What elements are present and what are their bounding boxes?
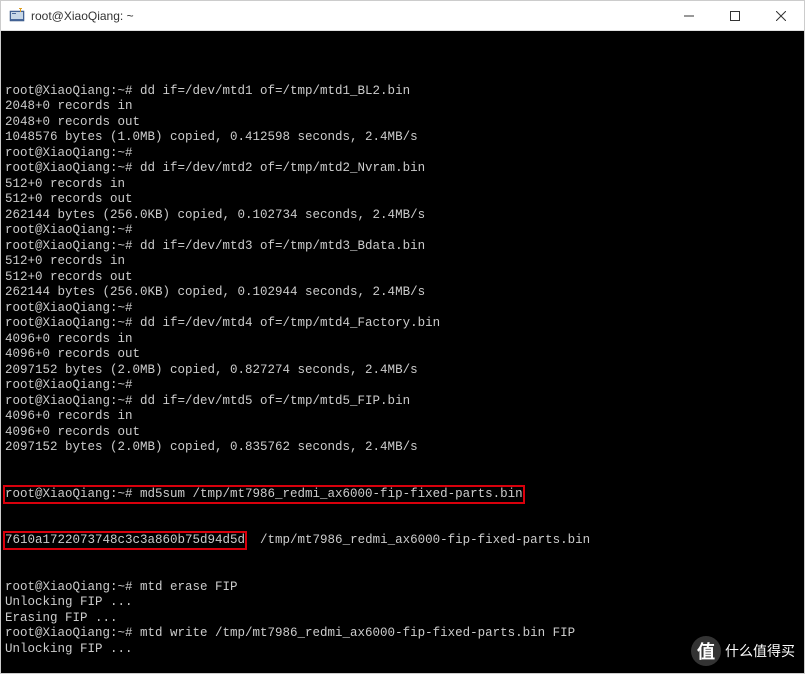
window-title: root@XiaoQiang: ~ (31, 9, 666, 23)
terminal-line: 4096+0 records in (5, 332, 800, 348)
terminal-line: root@XiaoQiang:~# (5, 223, 800, 239)
md5-filename: /tmp/mt7986_redmi_ax6000-fip-fixed-parts… (245, 533, 590, 547)
terminal-line: 4096+0 records out (5, 347, 800, 363)
terminal-line: 4096+0 records in (5, 409, 800, 425)
terminal-body[interactable]: root@XiaoQiang:~# dd if=/dev/mtd1 of=/tm… (1, 31, 804, 673)
terminal-window: root@XiaoQiang: ~ root@XiaoQiang:~# dd i… (0, 0, 805, 674)
terminal-line: 2048+0 records out (5, 115, 800, 131)
terminal-line: 512+0 records in (5, 177, 800, 193)
terminal-line: 7610a1722073748c3c3a860b75d94d5d /tmp/mt… (5, 533, 800, 549)
terminal-output-block2: root@XiaoQiang:~# mtd erase FIPUnlocking… (5, 580, 800, 674)
titlebar[interactable]: root@XiaoQiang: ~ (1, 1, 804, 31)
md5sum-cmd-highlight: root@XiaoQiang:~# md5sum /tmp/mt7986_red… (3, 485, 525, 504)
terminal-line: 1048576 bytes (1.0MB) copied, 0.412598 s… (5, 130, 800, 146)
close-button[interactable] (758, 1, 804, 30)
md5-hash-highlight: 7610a1722073748c3c3a860b75d94d5d (3, 531, 247, 550)
watermark-text: 什么值得买 (725, 641, 795, 661)
terminal-line: Unlocking FIP ... (5, 642, 800, 658)
terminal-line: root@XiaoQiang:~# mtd write /tmp/mt7986_… (5, 626, 800, 642)
window-controls (666, 1, 804, 30)
terminal-line: 2048+0 records in (5, 99, 800, 115)
terminal-line: root@XiaoQiang:~# mtd erase FIP (5, 580, 800, 596)
watermark: 值 什么值得买 (691, 636, 795, 666)
terminal-line: 262144 bytes (256.0KB) copied, 0.102944 … (5, 285, 800, 301)
terminal-line: root@XiaoQiang:~# (5, 378, 800, 394)
putty-icon (9, 8, 25, 24)
terminal-line: root@XiaoQiang:~# md5sum /tmp/mt7986_red… (5, 487, 800, 503)
terminal-line: root@XiaoQiang:~# (5, 301, 800, 317)
terminal-line: root@XiaoQiang:~# dd if=/dev/mtd5 of=/tm… (5, 394, 800, 410)
terminal-output-block1: root@XiaoQiang:~# dd if=/dev/mtd1 of=/tm… (5, 68, 800, 456)
minimize-button[interactable] (666, 1, 712, 30)
terminal-line: 4096+0 records out (5, 425, 800, 441)
terminal-line: 2097152 bytes (2.0MB) copied, 0.827274 s… (5, 363, 800, 379)
terminal-line: 262144 bytes (256.0KB) copied, 0.102734 … (5, 208, 800, 224)
terminal-line (5, 657, 800, 673)
watermark-icon: 值 (691, 636, 721, 666)
terminal-line: root@XiaoQiang:~# dd if=/dev/mtd2 of=/tm… (5, 161, 800, 177)
terminal-line (5, 68, 800, 84)
terminal-line: 2097152 bytes (2.0MB) copied, 0.835762 s… (5, 440, 800, 456)
terminal-line: root@XiaoQiang:~# (5, 146, 800, 162)
terminal-line: Erasing FIP ... (5, 611, 800, 627)
terminal-line: root@XiaoQiang:~# dd if=/dev/mtd3 of=/tm… (5, 239, 800, 255)
terminal-line: root@XiaoQiang:~# dd if=/dev/mtd1 of=/tm… (5, 84, 800, 100)
maximize-button[interactable] (712, 1, 758, 30)
terminal-line: Writing from /tmp/mt7986_redmi_ax6000-fi… (5, 673, 800, 674)
terminal-line: root@XiaoQiang:~# dd if=/dev/mtd4 of=/tm… (5, 316, 800, 332)
terminal-line: 512+0 records out (5, 192, 800, 208)
terminal-line: 512+0 records in (5, 254, 800, 270)
terminal-line: 512+0 records out (5, 270, 800, 286)
terminal-line: Unlocking FIP ... (5, 595, 800, 611)
